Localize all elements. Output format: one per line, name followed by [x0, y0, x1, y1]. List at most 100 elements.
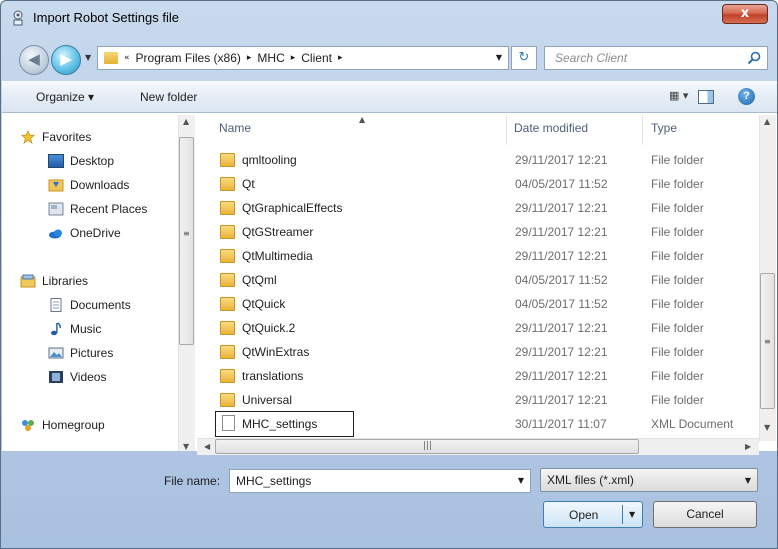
address-bar[interactable]: « Program Files (x86) ▸ MHC ▸ Client ▸ ▼	[97, 46, 509, 70]
file-type-value: XML files (*.xml)	[547, 473, 634, 487]
forward-button[interactable]: ▶	[51, 45, 81, 75]
type-cell: File folder	[651, 393, 704, 407]
breadcrumb-mhc[interactable]: MHC	[257, 51, 284, 65]
sidebar-label: Favorites	[42, 130, 92, 144]
sidebar-item-music[interactable]: Music	[48, 319, 101, 339]
table-row[interactable]: QtQml 04/05/2017 11:52 File folder	[214, 269, 758, 291]
address-dropdown-icon[interactable]: ▼	[496, 53, 502, 62]
date-modified-cell: 29/11/2017 12:21	[515, 225, 608, 239]
open-button[interactable]: Open ▼	[543, 501, 643, 528]
date-modified-cell: 29/11/2017 12:21	[515, 321, 608, 335]
sidebar-scroll-thumb[interactable]	[179, 137, 194, 345]
type-cell: File folder	[651, 201, 704, 215]
organize-button[interactable]: Organize ▾	[36, 90, 94, 104]
date-modified-cell: 30/11/2017 11:07	[515, 417, 607, 431]
cancel-button[interactable]: Cancel	[653, 501, 757, 528]
sidebar-item-libraries[interactable]: Libraries	[20, 271, 88, 291]
sidebar-item-desktop[interactable]: Desktop	[48, 151, 114, 171]
selection-highlight	[215, 411, 354, 437]
folder-icon	[220, 273, 235, 287]
table-row[interactable]: QtGStreamer 29/11/2017 12:21 File folder	[214, 221, 758, 243]
file-name-field[interactable]: MHC_settings ▼	[229, 469, 531, 493]
scroll-up-arrow-icon[interactable]: ▲	[183, 117, 189, 126]
file-name-cell: QtGStreamer	[242, 225, 314, 239]
sidebar-label: Videos	[70, 370, 107, 384]
table-row[interactable]: Qt 04/05/2017 11:52 File folder	[214, 173, 758, 195]
chevron-down-icon[interactable]: ▼	[745, 476, 751, 485]
preview-pane-icon[interactable]	[698, 90, 714, 104]
type-cell: File folder	[651, 321, 704, 335]
command-bar	[2, 81, 777, 113]
file-name-cell: QtQuick.2	[242, 321, 296, 335]
table-row[interactable]: Universal 29/11/2017 12:21 File folder	[214, 389, 758, 411]
breadcrumb-separator-icon[interactable]: ▸	[338, 53, 343, 63]
file-name-cell: Universal	[242, 393, 293, 407]
sidebar-label: Recent Places	[70, 202, 148, 216]
folder-icon	[220, 177, 235, 191]
folder-icon	[220, 345, 235, 359]
table-row[interactable]: QtWinExtras 29/11/2017 12:21 File folder	[214, 341, 758, 363]
new-folder-button[interactable]: New folder	[140, 90, 197, 104]
navigation-pane: Favorites Desktop Downloads Recent Place…	[18, 115, 196, 453]
sidebar-label: Documents	[70, 298, 131, 312]
help-button[interactable]: ?	[738, 88, 755, 105]
sidebar-item-pictures[interactable]: Pictures	[48, 343, 113, 363]
search-placeholder: Search Client	[555, 51, 628, 65]
column-header-date[interactable]: Date modified	[514, 121, 588, 135]
breadcrumb-program-files[interactable]: Program Files (x86)	[136, 51, 241, 65]
sidebar-item-recent-places[interactable]: Recent Places	[48, 199, 147, 219]
recent-locations-dropdown-icon[interactable]: ▼	[85, 53, 95, 65]
close-button[interactable]: x	[722, 4, 768, 24]
open-options-dropdown-icon[interactable]: ▼	[629, 510, 635, 519]
file-name-value[interactable]: MHC_settings	[236, 474, 311, 488]
file-name-label: File name:	[164, 474, 221, 488]
table-row[interactable]: QtGraphicalEffects 29/11/2017 12:21 File f…	[214, 197, 758, 219]
column-divider[interactable]	[506, 115, 507, 145]
column-divider[interactable]	[642, 115, 643, 145]
sidebar-label: Homegroup	[42, 418, 105, 432]
refresh-button[interactable]: ↻	[511, 46, 537, 70]
breadcrumb-separator-icon[interactable]: ▸	[291, 53, 296, 63]
folder-icon	[220, 153, 235, 167]
scroll-down-arrow-icon[interactable]: ▼	[183, 442, 189, 451]
column-header-type[interactable]: Type	[651, 121, 677, 135]
column-header-name[interactable]: Name	[219, 121, 251, 135]
folder-icon	[104, 52, 118, 64]
chevron-down-icon[interactable]: ▼	[518, 476, 524, 485]
search-icon[interactable]	[747, 51, 761, 65]
sidebar-item-downloads[interactable]: Downloads	[48, 175, 129, 195]
sidebar-label: Downloads	[70, 178, 130, 192]
folder-icon	[220, 201, 235, 215]
file-name-cell: qmltooling	[242, 153, 297, 167]
file-name-cell: Qt	[242, 177, 255, 191]
date-modified-cell: 29/11/2017 12:21	[515, 201, 608, 215]
breadcrumb-client[interactable]: Client	[301, 51, 332, 65]
scroll-up-arrow-icon[interactable]: ▲	[764, 117, 770, 126]
date-modified-cell: 04/05/2017 11:52	[515, 273, 608, 287]
file-name-cell: QtQuick	[242, 297, 286, 311]
scroll-left-arrow-icon[interactable]: ◀	[204, 442, 210, 451]
type-cell: XML Document	[651, 417, 734, 431]
sidebar-label: OneDrive	[70, 226, 121, 240]
sidebar-item-favorites[interactable]: Favorites	[20, 127, 91, 147]
pictures-icon	[48, 347, 64, 359]
scroll-down-arrow-icon[interactable]: ▼	[764, 423, 770, 432]
videos-icon	[49, 371, 63, 383]
table-row[interactable]: QtQuick.2 29/11/2017 12:21 File folder	[214, 317, 758, 339]
search-input[interactable]: Search Client	[544, 46, 768, 70]
title-bar[interactable]: Import Robot Settings file x	[1, 1, 777, 37]
breadcrumb-separator-icon[interactable]: ▸	[247, 53, 252, 63]
folder-icon	[220, 249, 235, 263]
address-overflow[interactable]: «	[124, 53, 130, 63]
table-row[interactable]: qmltooling 29/11/2017 12:21 File folder	[214, 149, 758, 171]
sidebar-item-videos[interactable]: Videos	[48, 367, 106, 387]
scroll-right-arrow-icon[interactable]: ▶	[745, 442, 751, 451]
file-type-select[interactable]: XML files (*.xml) ▼	[540, 468, 758, 492]
sidebar-item-documents[interactable]: Documents	[48, 295, 131, 315]
table-row[interactable]: QtQuick 04/05/2017 11:52 File folder	[214, 293, 758, 315]
back-button[interactable]: ◀	[19, 45, 49, 75]
table-row[interactable]: QtMultimedia 29/11/2017 12:21 File folder	[214, 245, 758, 267]
table-row[interactable]: translations 29/11/2017 12:21 File folder	[214, 365, 758, 387]
sidebar-item-onedrive[interactable]: OneDrive	[48, 223, 121, 243]
sidebar-item-homegroup[interactable]: Homegroup	[20, 415, 105, 435]
